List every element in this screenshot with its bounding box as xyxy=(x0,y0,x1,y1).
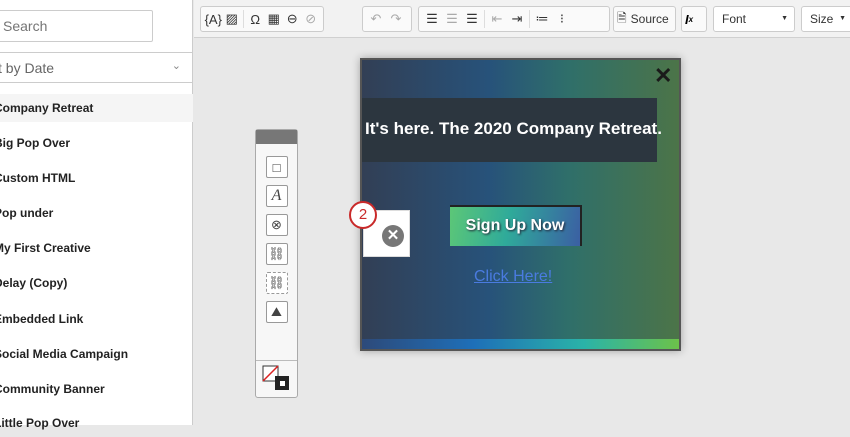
divider xyxy=(529,10,530,28)
clear-format-icon[interactable]: Ix xyxy=(681,6,707,32)
element-toolbox: □ A ⊗ ⛓ ⛓ ⛰ xyxy=(255,129,298,398)
bottom-stripe xyxy=(362,339,679,349)
font-label: Font xyxy=(722,12,747,26)
list-item[interactable]: Little Pop Over xyxy=(0,409,193,437)
link-icon[interactable]: ⛓ xyxy=(265,243,288,265)
undo-icon[interactable]: ↶ xyxy=(366,9,386,29)
list-item[interactable]: Delay (Copy) xyxy=(0,269,193,297)
toolbox-drag-handle[interactable] xyxy=(256,130,297,144)
font-dropdown[interactable]: Font ▼ xyxy=(713,6,795,32)
chevron-down-icon: ⌄ xyxy=(171,60,181,72)
align-center-icon[interactable]: ☰ xyxy=(442,9,462,29)
indent-icon[interactable]: ⇥ xyxy=(507,9,527,29)
box-icon[interactable]: □ xyxy=(265,156,288,178)
source-button[interactable]: 🗎 Source xyxy=(613,6,676,32)
close-button-icon[interactable]: ⊗ xyxy=(265,214,288,236)
step-badge: 2 xyxy=(349,201,377,229)
divider xyxy=(484,10,485,28)
list-item[interactable]: My First Creative xyxy=(0,234,193,262)
align-right-icon[interactable]: ☰ xyxy=(462,9,482,29)
sort-dropdown[interactable]: t by Date ⌄ xyxy=(0,52,193,83)
link-icon[interactable]: ⊖ xyxy=(283,9,302,29)
unlink-icon[interactable]: ⊘ xyxy=(302,9,321,29)
sign-up-button[interactable]: Sign Up Now xyxy=(450,205,582,246)
numbered-list-icon[interactable]: ≔ xyxy=(532,9,552,29)
image-icon[interactable]: ▨ xyxy=(223,9,242,29)
click-here-link[interactable]: Click Here! xyxy=(474,268,552,286)
search-input[interactable] xyxy=(0,10,153,42)
list-item[interactable]: Custom HTML xyxy=(0,164,193,192)
table-icon[interactable]: ▦ xyxy=(264,9,283,29)
source-icon: 🗎 xyxy=(617,10,627,25)
size-label: Size xyxy=(810,12,834,26)
close-icon[interactable]: ✕ xyxy=(654,63,672,89)
headline[interactable]: It's here. The 2020 Company Retreat. xyxy=(362,98,662,162)
list-item[interactable]: Community Banner xyxy=(0,375,193,403)
list-item[interactable]: Social Media Campaign xyxy=(0,340,193,368)
sort-label: t by Date xyxy=(0,60,55,76)
piped-text-icon[interactable]: {A} xyxy=(204,9,223,29)
outdent-icon[interactable]: ⇤ xyxy=(487,9,507,29)
size-dropdown[interactable]: Size ▼ xyxy=(801,6,850,32)
popup-creative: It's here. The 2020 Company Retreat. ✕ S… xyxy=(349,58,681,351)
source-label: Source xyxy=(630,12,669,26)
list-item[interactable]: Big Pop Over xyxy=(0,129,193,157)
color-picker[interactable] xyxy=(256,360,297,397)
redo-icon[interactable]: ↷ xyxy=(386,9,406,29)
align-left-icon[interactable]: ☰ xyxy=(422,9,442,29)
bullet-list-icon[interactable]: ⁝ xyxy=(552,9,572,29)
image-icon[interactable]: ⛰ xyxy=(265,301,288,323)
close-circle-icon: ✕ xyxy=(382,225,404,247)
fill-stroke-icon xyxy=(262,365,289,390)
sidebar: t by Date⌄ Company Retreat Big Pop Over … xyxy=(0,0,193,430)
special-char-icon[interactable]: Ω xyxy=(246,9,265,29)
caret-down-icon: ▼ xyxy=(839,15,846,22)
list-item[interactable]: Embedded Link xyxy=(0,305,193,333)
editor-toolbar: {A} ▨ Ω ▦ ⊖ ⊘ ↶ ↷ ☰ ☰ ☰ ⇤ ⇥ ≔ ⁝ 🗎 Source … xyxy=(194,0,850,38)
divider xyxy=(243,10,244,28)
list-item[interactable]: Pop under xyxy=(0,199,193,227)
list-item[interactable]: Company Retreat xyxy=(0,94,193,122)
caret-down-icon: ▼ xyxy=(781,15,788,22)
link-area-icon[interactable]: ⛓ xyxy=(265,272,288,294)
text-icon[interactable]: A xyxy=(265,185,288,207)
